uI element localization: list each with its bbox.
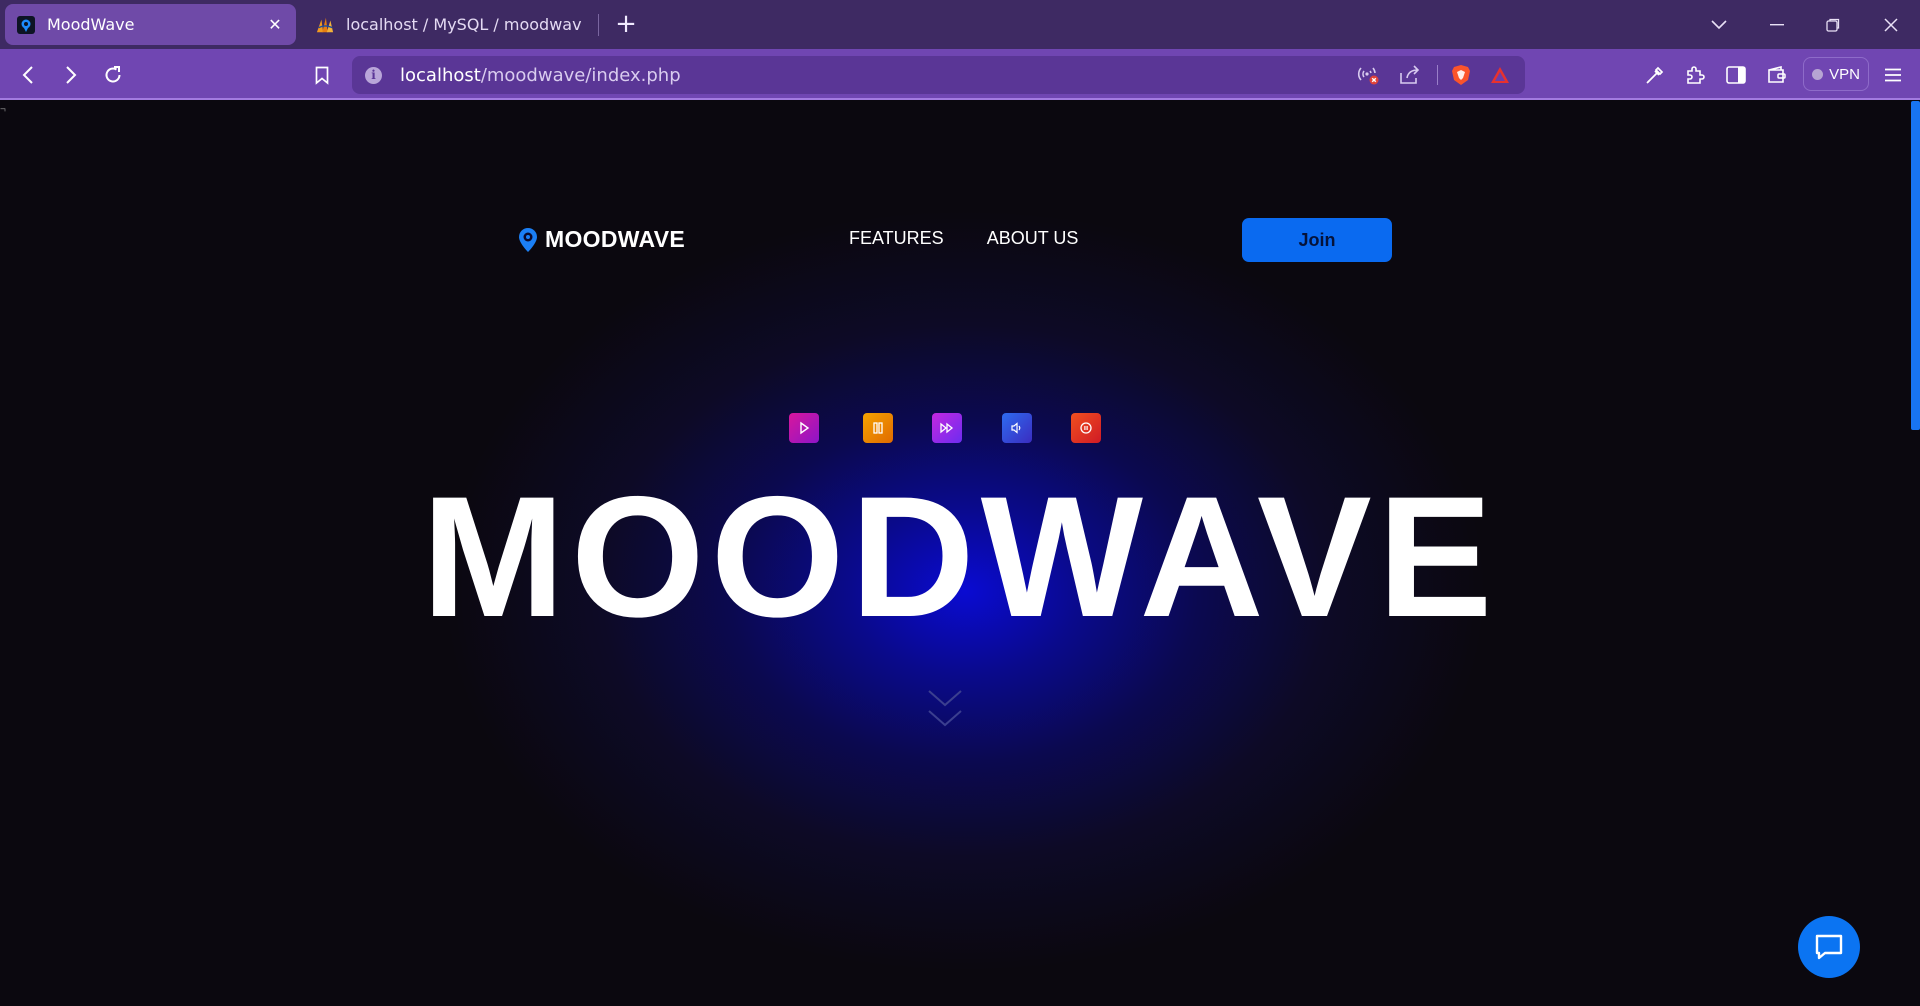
cursor-artifact: ¬ [0,104,6,115]
browser-tab-bar: MoodWave ✕ localhost / MySQL / moodwave … [0,0,1920,49]
chat-icon [1815,934,1843,960]
site-info-icon[interactable]: i [365,67,382,84]
sidebar-toggle-icon[interactable] [1722,61,1750,89]
url-host: localhost [400,65,481,86]
volume-icon [1002,413,1032,443]
location-pin-icon [519,227,537,252]
chat-button[interactable] [1798,916,1860,978]
restore-icon[interactable] [1820,12,1846,38]
phpmyadmin-icon [316,16,334,34]
share-icon[interactable] [1398,63,1422,87]
menu-icon[interactable] [1879,61,1907,89]
eyedropper-icon[interactable] [1641,61,1669,89]
omnibox-divider [1437,65,1438,85]
close-tab-icon[interactable]: ✕ [266,15,284,34]
main-nav: FEATURES ABOUT US [849,228,1078,249]
extensions-icon[interactable] [1681,61,1709,89]
brave-shields-icon[interactable] [1449,63,1473,87]
brave-rewards-icon[interactable] [1488,63,1512,87]
site-logo[interactable]: MOODWAVE [517,226,685,253]
play-icon [789,413,819,443]
tab-title: localhost / MySQL / moodwave / use [346,15,582,34]
tab-separator [598,14,599,36]
forward-icon[interactable] [57,61,85,89]
hero-title: MOODWAVE [421,461,1499,653]
vpn-button[interactable]: VPN [1803,57,1869,91]
scrollbar-thumb[interactable] [1911,101,1920,430]
fast-forward-icon [932,413,962,443]
vpn-status-dot [1812,68,1824,80]
back-icon[interactable] [14,61,42,89]
page-viewport: ¬ MOODWAVE FEATURES ABOUT US Join MOODWA… [0,101,1920,1006]
bookmark-icon[interactable] [308,61,336,89]
scrollbar-track[interactable] [1911,101,1920,1006]
nav-about-us[interactable]: ABOUT US [987,228,1079,249]
join-button[interactable]: Join [1242,218,1392,262]
stop-icon [1071,413,1101,443]
address-url[interactable]: localhost/moodwave/index.php [400,65,681,86]
brand-name: MOODWAVE [545,226,685,252]
nav-features[interactable]: FEATURES [849,228,944,249]
moodwave-logo-icon [17,15,35,34]
new-tab-button[interactable]: + [612,10,640,38]
minimize-icon[interactable] [1764,12,1790,38]
tab-search-chevron-icon[interactable] [1706,12,1732,38]
broadcast-blocked-icon[interactable] [1356,63,1380,87]
scroll-down-chevron-icon[interactable] [927,687,963,733]
url-path: /moodwave/index.php [480,65,681,86]
pause-icon [863,413,893,443]
reload-icon[interactable] [99,61,127,89]
tab-phpmyadmin[interactable]: localhost / MySQL / moodwave / use [304,4,594,45]
vpn-label: VPN [1829,65,1860,83]
close-window-icon[interactable] [1878,12,1904,38]
browser-toolbar: i localhost/moodwave/index.php VPN [0,49,1920,100]
tab-moodwave[interactable]: MoodWave ✕ [5,4,296,45]
tab-title: MoodWave [47,15,135,34]
address-bar[interactable]: i localhost/moodwave/index.php [352,56,1525,94]
wallet-icon[interactable] [1763,61,1791,89]
